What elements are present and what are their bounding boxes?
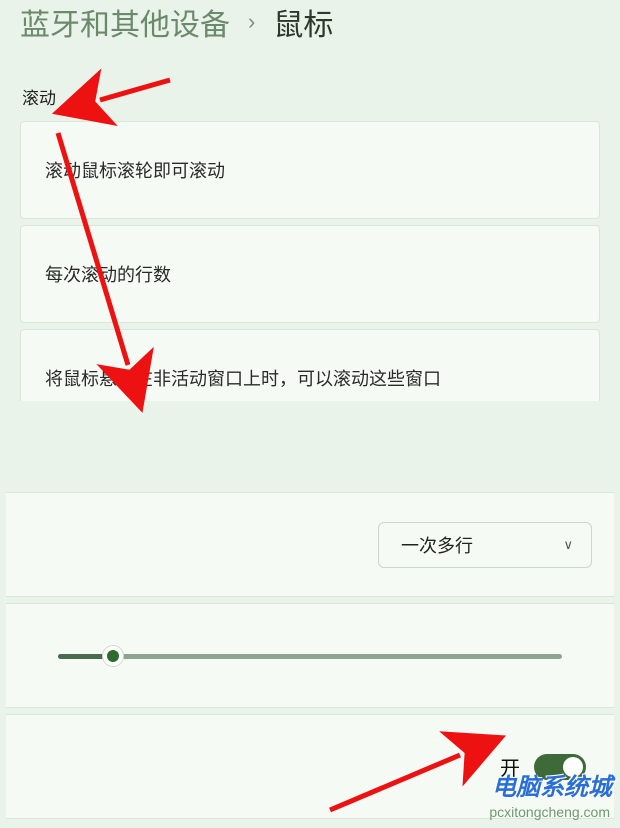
breadcrumb: 蓝牙和其他设备 › 鼠标 xyxy=(20,0,600,54)
dropdown-value: 一次多行 xyxy=(401,532,473,558)
section-label-scroll: 滚动 xyxy=(22,84,600,109)
setting-label: 滚动鼠标滚轮即可滚动 xyxy=(45,161,225,181)
hover-scroll-toggle[interactable] xyxy=(534,754,586,780)
toggle-knob xyxy=(563,757,583,777)
setting-label: 每次滚动的行数 xyxy=(45,265,171,285)
setting-row-toggle: 开 xyxy=(6,714,614,819)
lines-slider[interactable] xyxy=(58,646,562,666)
setting-label: 将鼠标悬停在非活动窗口上时，可以滚动这些窗口 xyxy=(45,369,441,389)
scroll-mode-dropdown[interactable]: 一次多行 ∨ xyxy=(378,522,592,568)
slider-thumb[interactable] xyxy=(102,645,124,667)
breadcrumb-current: 鼠标 xyxy=(273,0,333,44)
breadcrumb-parent[interactable]: 蓝牙和其他设备 xyxy=(20,0,230,44)
setting-row-dropdown: 一次多行 ∨ xyxy=(6,492,614,597)
setting-row-lines-per-scroll[interactable]: 每次滚动的行数 xyxy=(20,225,600,323)
setting-row-slider xyxy=(6,603,614,708)
chevron-down-icon: ∨ xyxy=(563,537,573,553)
setting-row-hover-inactive[interactable]: 将鼠标悬停在非活动窗口上时，可以滚动这些窗口 xyxy=(20,329,600,401)
chevron-right-icon: › xyxy=(248,9,255,35)
toggle-label: 开 xyxy=(500,752,520,781)
setting-row-scroll-wheel[interactable]: 滚动鼠标滚轮即可滚动 xyxy=(20,121,600,219)
slider-track xyxy=(58,654,562,659)
